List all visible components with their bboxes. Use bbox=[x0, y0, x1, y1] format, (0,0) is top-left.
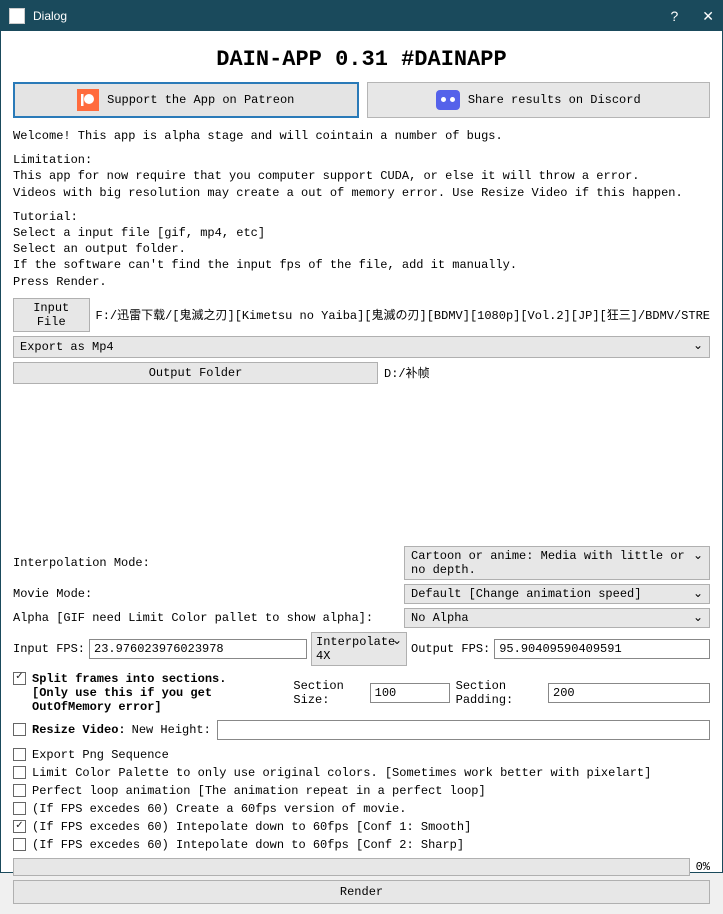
input-file-path: F:/迅雷下载/[鬼滅之刃][Kimetsu no Yaiba][鬼滅の刃][B… bbox=[96, 306, 711, 323]
create-60fps-checkbox[interactable] bbox=[13, 802, 26, 815]
down60-conf1-label: (If FPS excedes 60) Intepolate down to 6… bbox=[32, 820, 471, 834]
window-title: Dialog bbox=[33, 9, 67, 23]
output-fps-field[interactable] bbox=[494, 639, 710, 659]
discord-label: Share results on Discord bbox=[468, 93, 641, 107]
down60-conf2-checkbox[interactable] bbox=[13, 838, 26, 851]
alpha-combo[interactable]: No Alpha bbox=[404, 608, 710, 628]
patreon-icon bbox=[77, 89, 99, 111]
perfect-loop-label: Perfect loop animation [The animation re… bbox=[32, 784, 486, 798]
resize-video-checkbox[interactable] bbox=[13, 723, 26, 736]
interp-mode-label: Interpolation Mode: bbox=[13, 556, 398, 570]
section-padding-field[interactable] bbox=[548, 683, 710, 703]
export-png-label: Export Png Sequence bbox=[32, 748, 169, 762]
section-size-field[interactable] bbox=[370, 683, 450, 703]
new-height-field[interactable] bbox=[217, 720, 710, 740]
patreon-button[interactable]: Support the App on Patreon bbox=[13, 82, 359, 118]
progress-percent: 0% bbox=[696, 860, 710, 874]
output-folder-button[interactable]: Output Folder bbox=[13, 362, 378, 384]
interpolate-factor-combo[interactable]: Interpolate 4X bbox=[311, 632, 407, 666]
perfect-loop-checkbox[interactable] bbox=[13, 784, 26, 797]
movie-mode-combo[interactable]: Default [Change animation speed] bbox=[404, 584, 710, 604]
alpha-label: Alpha [GIF need Limit Color pallet to sh… bbox=[13, 611, 398, 625]
section-padding-label: Section Padding: bbox=[456, 679, 542, 707]
patreon-label: Support the App on Patreon bbox=[107, 93, 294, 107]
welcome-text: Welcome! This app is alpha stage and wil… bbox=[13, 128, 710, 144]
input-fps-field[interactable] bbox=[89, 639, 307, 659]
app-title: DAIN-APP 0.31 #DAINAPP bbox=[13, 47, 710, 72]
export-png-checkbox[interactable] bbox=[13, 748, 26, 761]
tutorial-text: Tutorial: Select a input file [gif, mp4,… bbox=[13, 209, 710, 290]
discord-icon bbox=[436, 90, 460, 110]
dialog-window: Dialog ? ✕ DAIN-APP 0.31 #DAINAPP Suppor… bbox=[0, 0, 723, 873]
section-size-label: Section Size: bbox=[293, 679, 363, 707]
down60-conf2-label: (If FPS excedes 60) Intepolate down to 6… bbox=[32, 838, 464, 852]
close-button[interactable]: ✕ bbox=[702, 8, 714, 25]
help-button[interactable]: ? bbox=[670, 8, 678, 25]
down60-conf1-checkbox[interactable] bbox=[13, 820, 26, 833]
render-button[interactable]: Render bbox=[13, 880, 710, 904]
create-60fps-label: (If FPS excedes 60) Create a 60fps versi… bbox=[32, 802, 406, 816]
split-sections-label: Split frames into sections.[Only use thi… bbox=[32, 672, 287, 714]
discord-button[interactable]: Share results on Discord bbox=[367, 82, 711, 118]
limit-palette-label: Limit Color Palette to only use original… bbox=[32, 766, 651, 780]
movie-mode-label: Movie Mode: bbox=[13, 587, 398, 601]
app-icon bbox=[9, 8, 25, 24]
split-sections-checkbox[interactable] bbox=[13, 672, 26, 685]
limit-palette-checkbox[interactable] bbox=[13, 766, 26, 779]
limitation-text: Limitation: This app for now require tha… bbox=[13, 152, 710, 201]
titlebar: Dialog ? ✕ bbox=[1, 1, 722, 31]
input-file-button[interactable]: Input File bbox=[13, 298, 90, 332]
resize-video-label: Resize Video: bbox=[32, 723, 126, 737]
output-fps-label: Output FPS: bbox=[411, 642, 490, 656]
new-height-label: New Height: bbox=[132, 723, 211, 737]
output-folder-path: D:/补帧 bbox=[384, 364, 430, 381]
interp-mode-combo[interactable]: Cartoon or anime: Media with little or n… bbox=[404, 546, 710, 580]
export-format-combo[interactable]: Export as Mp4 bbox=[13, 336, 710, 358]
input-fps-label: Input FPS: bbox=[13, 642, 85, 656]
